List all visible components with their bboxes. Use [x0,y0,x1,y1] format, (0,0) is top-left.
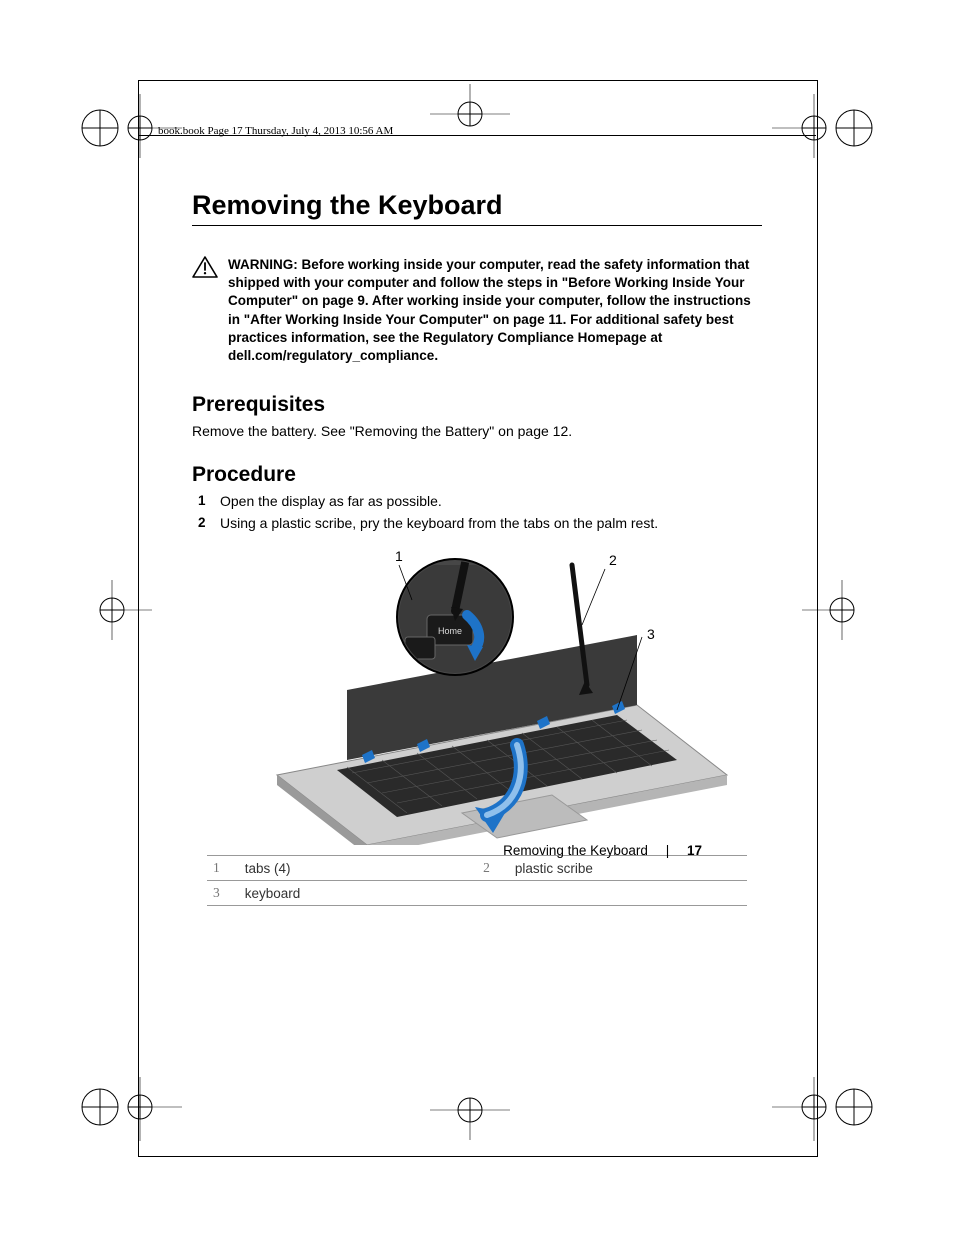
legend-1-label: tabs (4) [239,856,477,881]
registration-mark-icon [772,88,882,158]
registration-mark-icon [430,84,510,144]
legend-row-1: 1 tabs (4) 2 plastic scribe [207,856,747,881]
callout-3: 3 [647,626,655,642]
registration-mark-icon [72,580,152,640]
page-number: 17 [687,843,702,858]
registration-mark-icon [72,88,182,158]
procedure-heading: Procedure [192,463,762,487]
legend-1-num: 1 [207,856,239,881]
registration-mark-icon [430,1080,510,1140]
step-1: Open the display as far as possible. [192,493,762,509]
registration-mark-icon [772,1077,882,1147]
page-content: Removing the Keyboard WARNING: Before wo… [192,190,762,906]
title-rule [192,225,762,226]
legend-2-num: 2 [477,856,509,881]
step-2: Using a plastic scribe, pry the keyboard… [192,515,762,531]
page-title: Removing the Keyboard [192,190,762,221]
callout-1: 1 [395,548,403,564]
legend-2-label: plastic scribe [509,856,747,881]
warning-body: Before working inside your computer, rea… [228,257,751,363]
footer-title: Removing the Keyboard [503,843,648,858]
warning-label: WARNING: [228,257,298,272]
legend-row-2: 3 keyboard [207,881,747,906]
registration-mark-icon [72,1077,182,1147]
warning-block: WARNING: Before working inside your comp… [192,256,762,365]
warning-text: WARNING: Before working inside your comp… [228,256,762,365]
warning-icon [192,256,218,278]
legend-3-num: 3 [207,881,239,906]
footer-separator: | [666,843,670,858]
svg-text:Home: Home [438,626,462,636]
prerequisites-text: Remove the battery. See "Removing the Ba… [192,423,762,439]
procedure-steps: Open the display as far as possible. Usi… [192,493,762,531]
figure-legend: 1 tabs (4) 2 plastic scribe 3 keyboard [207,855,747,906]
prerequisites-heading: Prerequisites [192,393,762,417]
figure-laptop-keyboard: Home 1 2 3 [192,545,762,845]
legend-3-label: keyboard [239,881,477,906]
page-footer: Removing the Keyboard | 17 [503,843,702,858]
callout-2: 2 [609,552,617,568]
registration-mark-icon [802,580,882,640]
